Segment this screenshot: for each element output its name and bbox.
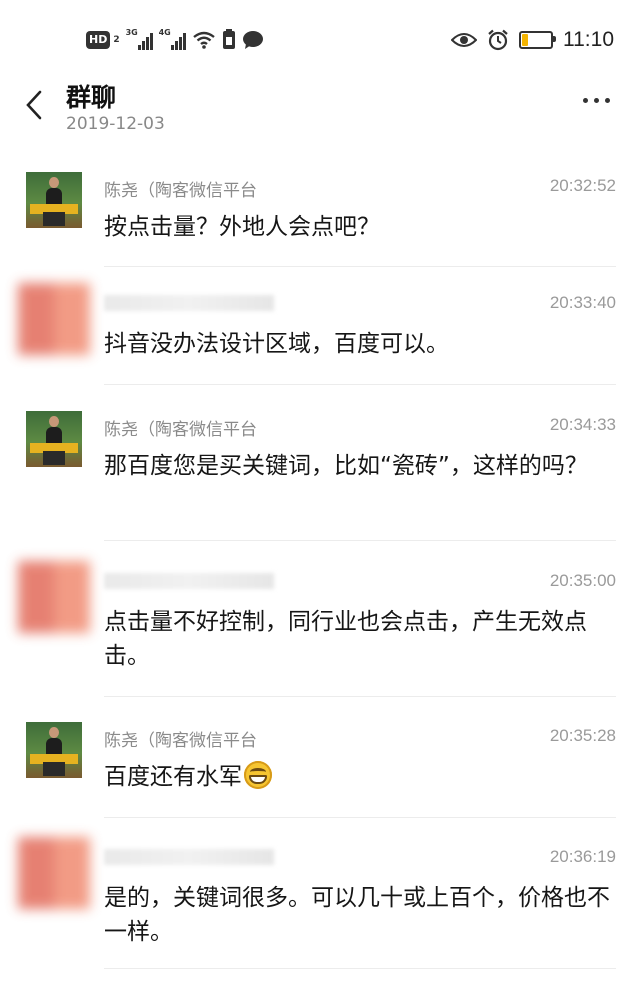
message-divider [104,968,616,969]
sim-icon [222,29,235,49]
message-text-content: 按点击量？外地人会点吧？ [104,214,380,240]
message-time: 20:33:40 [549,293,616,312]
message-divider [104,540,616,541]
message-bubble-icon [242,31,263,49]
message-text: 是的，关键词很多。可以几十或上百个，价格也不一样。 [104,881,614,949]
message-divider [104,266,616,267]
sender-name: 陈尧（陶客微信平台 [104,420,257,440]
net-3g-label: 3G [125,28,138,37]
grinning-face-icon [244,761,272,789]
more-options-icon[interactable] [583,98,610,103]
battery-level [522,34,528,46]
chat-header: 群聊 2019-12-03 [0,78,640,140]
message-text-content: 抖音没办法设计区域，百度可以。 [104,331,449,357]
sender-name [104,849,274,865]
message-text-content: 百度还有水军 [104,764,242,790]
message-time: 20:34:33 [549,415,616,434]
alarm-icon [488,29,508,51]
message-time: 20:35:28 [549,726,616,745]
message-text-content: 那百度您是买关键词，比如“瓷砖”，这样的吗？ [104,453,588,479]
message-text: 点击量不好控制，同行业也会点击，产生无效点击。 [104,605,614,673]
signal-3g-icon: 3G [125,28,153,50]
hd-sub: 2 [113,35,120,45]
status-right: 11:10 [451,26,614,54]
message-time: 20:32:52 [549,176,616,195]
eye-icon [451,33,477,47]
avatar[interactable] [26,172,82,228]
message-time: 20:36:19 [549,847,616,866]
signal-4g-icon: 4G [158,28,186,50]
page-title: 群聊 [66,83,117,112]
back-arrow-icon[interactable] [24,90,44,120]
avatar[interactable] [26,722,82,778]
sender-name [104,295,274,311]
message-text: 按点击量？外地人会点吧？ [104,210,614,244]
avatar[interactable] [26,411,82,467]
message-text: 那百度您是买关键词，比如“瓷砖”，这样的吗？ [104,449,614,483]
status-bar: HD 2 3G 4G 11:10 [0,0,640,78]
status-time: 11:10 [563,28,614,51]
message-text-content: 是的，关键词很多。可以几十或上百个，价格也不一样。 [104,885,610,945]
sender-name: 陈尧（陶客微信平台 [104,181,257,201]
net-4g-label: 4G [158,28,171,37]
message-text: 百度还有水军 [104,760,614,794]
message-divider [104,817,616,818]
sender-name: 陈尧（陶客微信平台 [104,731,257,751]
avatar[interactable] [18,283,90,355]
chat-date: 2019-12-03 [66,114,165,134]
wifi-icon [192,31,215,49]
battery-icon [519,31,556,49]
message-divider [104,384,616,385]
message-time: 20:35:00 [549,571,616,590]
sender-name [104,573,274,589]
message-text-content: 点击量不好控制，同行业也会点击，产生无效点击。 [104,609,587,669]
avatar[interactable] [18,837,90,909]
hd-badge: HD [86,31,111,49]
message-text: 抖音没办法设计区域，百度可以。 [104,327,614,361]
avatar[interactable] [18,561,90,633]
status-left: HD 2 3G 4G [86,26,264,54]
message-divider [104,696,616,697]
